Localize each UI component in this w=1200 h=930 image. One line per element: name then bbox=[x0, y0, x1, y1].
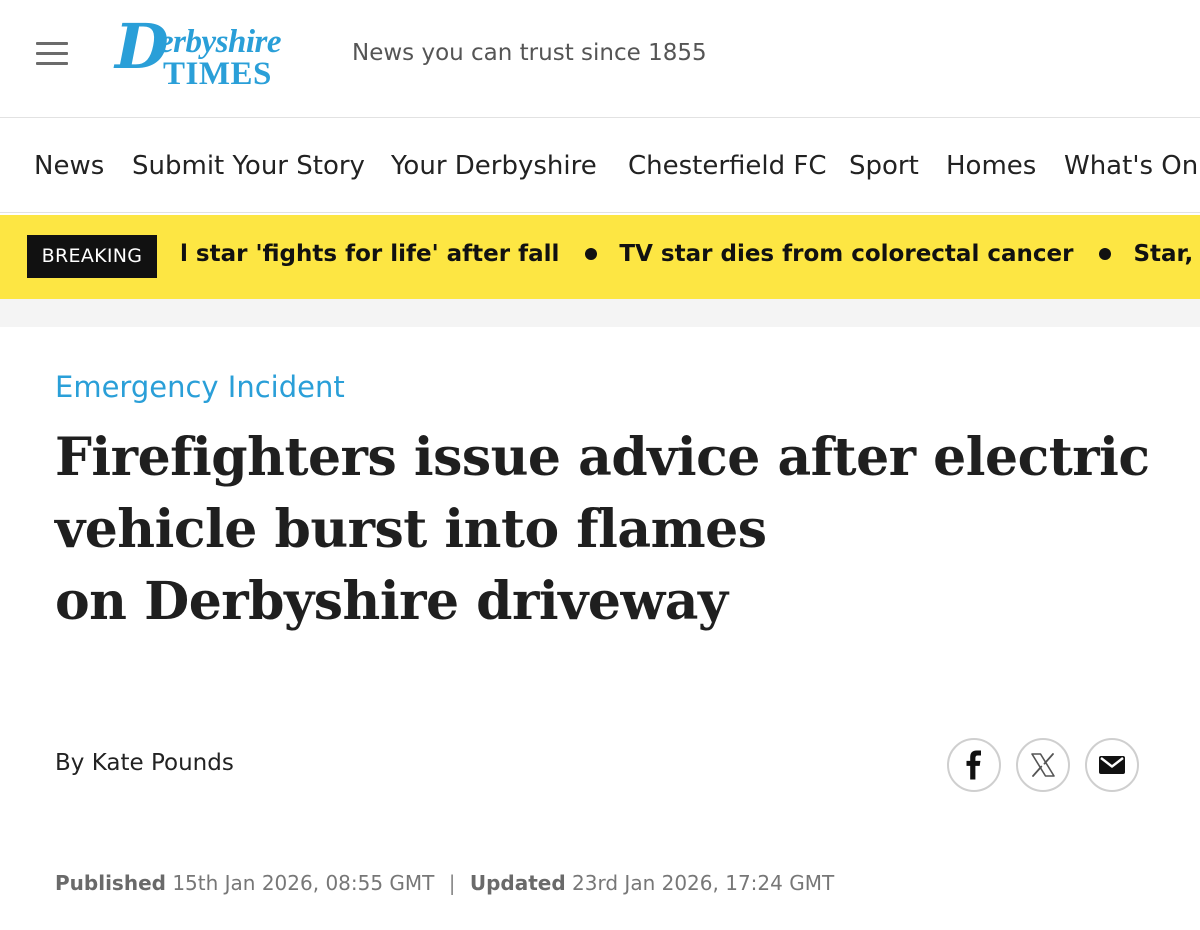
share-facebook-button[interactable] bbox=[947, 738, 1001, 792]
nav-item-whats-on[interactable]: What's On bbox=[1064, 151, 1198, 181]
site-header: D erbyshire TIMES News you can trust sin… bbox=[0, 0, 1200, 118]
published-date: 15th Jan 2026, 08:55 GMT bbox=[172, 871, 435, 895]
article-dates: Published 15th Jan 2026, 08:55 GMT | Upd… bbox=[55, 871, 834, 895]
site-logo[interactable]: D erbyshire TIMES bbox=[113, 16, 313, 96]
byline-prefix: By bbox=[55, 750, 85, 776]
breaking-news-bar: BREAKING l star 'fights for life' after … bbox=[0, 215, 1200, 299]
ticker-item[interactable]: l star 'fights for life' after fall bbox=[180, 241, 559, 267]
author-link[interactable]: Kate Pounds bbox=[92, 750, 234, 776]
nav-item-your-derbyshire[interactable]: Your Derbyshire bbox=[391, 151, 597, 181]
headline-line: vehicle burst into flames bbox=[55, 499, 767, 560]
bullet-dot-icon bbox=[1099, 247, 1112, 260]
logo-line1: erbyshire bbox=[159, 24, 282, 60]
byline: By Kate Pounds bbox=[55, 750, 234, 776]
headline-line: Firefighters issue advice after electric bbox=[55, 427, 1150, 488]
nav-item-sport[interactable]: Sport bbox=[849, 151, 919, 181]
main-nav: News Submit Your Story Your Derbyshire C… bbox=[0, 119, 1200, 213]
nav-item-submit-your-story[interactable]: Submit Your Story bbox=[132, 151, 365, 181]
date-separator: | bbox=[448, 871, 456, 895]
share-email-button[interactable] bbox=[1085, 738, 1139, 792]
updated-label: Updated bbox=[469, 871, 566, 895]
updated-date: 23rd Jan 2026, 17:24 GMT bbox=[572, 871, 835, 895]
logo-line2: TIMES bbox=[163, 56, 272, 92]
article-headline: Firefighters issue advice after electric… bbox=[55, 422, 1155, 638]
hamburger-menu-icon[interactable] bbox=[36, 42, 68, 66]
site-tagline: News you can trust since 1855 bbox=[352, 40, 707, 66]
breaking-ticker: l star 'fights for life' after fall TV st… bbox=[180, 241, 1200, 267]
facebook-icon bbox=[966, 750, 981, 780]
nav-item-chesterfield-fc[interactable]: Chesterfield FC bbox=[628, 151, 827, 181]
share-x-button[interactable] bbox=[1016, 738, 1070, 792]
nav-item-homes[interactable]: Homes bbox=[946, 151, 1036, 181]
published-label: Published bbox=[55, 871, 166, 895]
bullet-dot-icon bbox=[585, 247, 598, 260]
email-icon bbox=[1099, 756, 1125, 774]
ticker-item[interactable]: TV star dies from colorectal cancer bbox=[619, 241, 1073, 267]
nav-item-news[interactable]: News bbox=[34, 151, 104, 181]
breaking-label: BREAKING bbox=[27, 235, 157, 278]
headline-line: on Derbyshire driveway bbox=[55, 571, 728, 632]
divider-band bbox=[0, 299, 1200, 327]
x-icon bbox=[1031, 753, 1055, 777]
article-category[interactable]: Emergency Incident bbox=[55, 370, 345, 404]
ticker-item[interactable]: Star, 26, found d bbox=[1133, 241, 1200, 267]
